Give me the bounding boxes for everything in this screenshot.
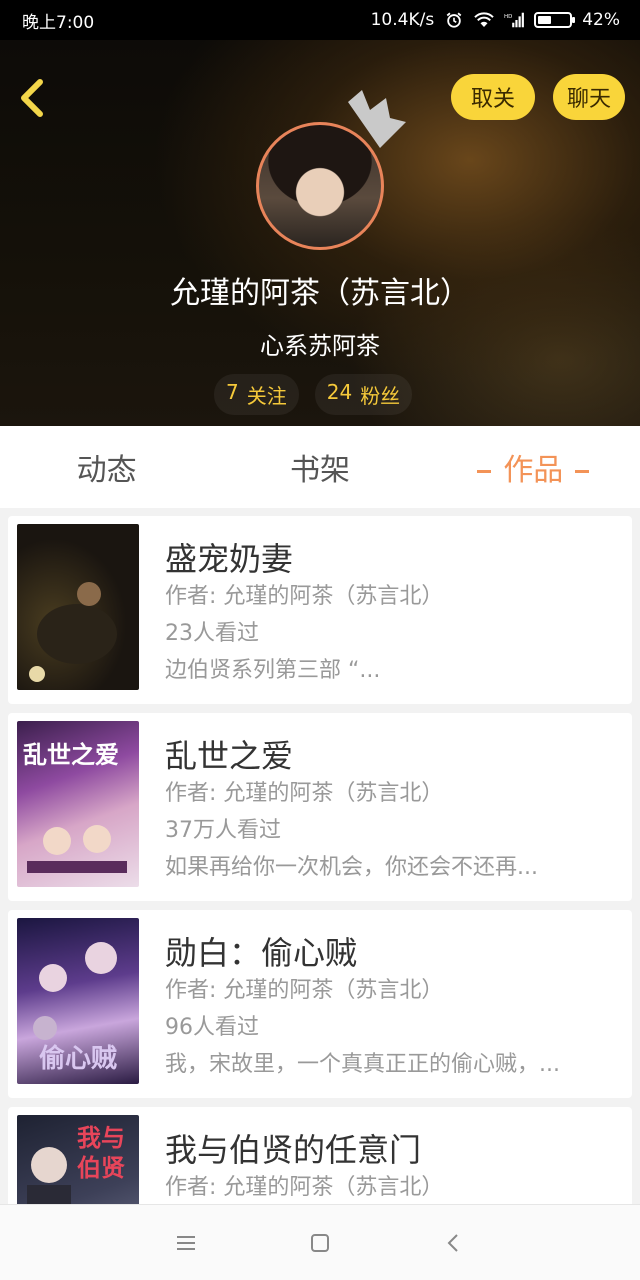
book-views: 23人看过 (165, 621, 259, 646)
chevron-left-icon (21, 79, 43, 117)
list-item[interactable]: 我与伯贤 我与伯贤的任意门 作者: 允瑾的阿茶（苏言北） (8, 1107, 632, 1204)
fans-label: 粉丝 (360, 383, 401, 408)
works-list[interactable]: 盛宠奶妻 作者: 允瑾的阿茶（苏言北） 23人看过 边伯贤系列第三部 “... … (0, 508, 640, 1204)
tab-dash-left (477, 470, 492, 473)
book-info: 勋白：偷心贼 作者: 允瑾的阿茶（苏言北） 96人看过 我，宋故里，一个真真正正… (165, 918, 622, 1090)
tab-label: 作品 (503, 453, 564, 488)
list-item[interactable]: 偷心贼 勋白：偷心贼 作者: 允瑾的阿茶（苏言北） 96人看过 我，宋故里，一个… (8, 910, 632, 1098)
profile-tabs: 动态 书架 作品 (0, 426, 640, 508)
book-info: 乱世之爱 作者: 允瑾的阿茶（苏言北） 37万人看过 如果再给你一次机会，你还会… (165, 721, 622, 893)
following-stat[interactable]: 7 关注 (214, 373, 299, 415)
cover-art (29, 582, 117, 682)
chat-button[interactable]: 聊天 (553, 74, 625, 120)
book-author: 作者: 允瑾的阿茶（苏言北） (165, 584, 444, 609)
book-info: 我与伯贤的任意门 作者: 允瑾的阿茶（苏言北） (165, 1115, 622, 1204)
book-description: 我，宋故里，一个真真正正的偷心贼，... (165, 1052, 560, 1077)
book-title: 勋白：偷心贼 (165, 934, 358, 972)
svg-text:HD: HD (504, 14, 512, 20)
status-bar: 晚上7:00 10.4K/s HD 42% (0, 0, 640, 40)
book-cover: 偷心贼 (17, 918, 139, 1084)
alarm-icon (446, 12, 462, 28)
following-label: 关注 (246, 383, 287, 408)
cover-title: 偷心贼 (39, 1044, 118, 1074)
cover-title: 我与伯贤 (77, 1123, 125, 1182)
unfollow-button[interactable]: 取关 (451, 74, 535, 120)
back-button[interactable] (14, 76, 54, 120)
menu-icon[interactable] (174, 1231, 198, 1255)
battery-icon (534, 12, 576, 28)
fans-count: 24 (326, 379, 353, 404)
home-icon[interactable] (308, 1231, 332, 1255)
fans-stat[interactable]: 24 粉丝 (314, 373, 413, 415)
book-title: 盛宠奶妻 (165, 540, 294, 578)
book-author: 作者: 允瑾的阿茶（苏言北） (165, 1175, 444, 1200)
book-author: 作者: 允瑾的阿茶（苏言北） (165, 781, 444, 806)
cover-art (27, 825, 127, 873)
list-item[interactable]: 盛宠奶妻 作者: 允瑾的阿茶（苏言北） 23人看过 边伯贤系列第三部 “... (8, 516, 632, 704)
book-cover: 乱世之爱 (17, 721, 139, 887)
book-title: 我与伯贤的任意门 (165, 1131, 422, 1169)
book-author: 作者: 允瑾的阿茶（苏言北） (165, 978, 444, 1003)
status-icons: 10.4K/s HD 42% (371, 10, 620, 30)
book-views: 96人看过 (165, 1015, 259, 1040)
tab-activity[interactable]: 动态 (0, 445, 213, 489)
following-count: 7 (226, 379, 239, 404)
book-title: 乱世之爱 (165, 737, 294, 775)
avatar[interactable] (256, 122, 386, 252)
tab-dash-right (575, 470, 590, 473)
book-cover (17, 524, 139, 690)
status-time: 晚上7:00 (22, 12, 95, 33)
profile-name: 允瑾的阿茶（苏言北） (170, 276, 470, 311)
back-nav-icon[interactable] (442, 1231, 466, 1255)
battery-level (538, 16, 551, 24)
profile-stats: 7 关注 24 粉丝 (214, 373, 413, 415)
signal-icon: HD (504, 12, 525, 28)
tab-bookshelf[interactable]: 书架 (213, 445, 426, 489)
book-description: 边伯贤系列第三部 “... (165, 658, 381, 683)
net-speed: 10.4K/s (370, 10, 435, 30)
book-info: 盛宠奶妻 作者: 允瑾的阿茶（苏言北） 23人看过 边伯贤系列第三部 “... (165, 524, 622, 696)
list-item[interactable]: 乱世之爱 乱世之爱 作者: 允瑾的阿茶（苏言北） 37万人看过 如果再给你一次机… (8, 713, 632, 901)
avatar-image (256, 122, 384, 250)
battery-percent: 42% (582, 10, 620, 30)
book-description: 如果再给你一次机会，你还会不还再... (165, 855, 538, 880)
wifi-icon (474, 12, 494, 27)
system-nav-bar (0, 1204, 640, 1280)
tab-works[interactable]: 作品 (427, 445, 640, 489)
book-views: 37万人看过 (165, 818, 281, 843)
profile-header: 取关 聊天 允瑾的阿茶（苏言北） 心系苏阿茶 7 关注 24 粉丝 (0, 40, 640, 426)
tab-label: 动态 (76, 453, 137, 488)
tab-label: 书架 (289, 453, 350, 488)
book-cover: 我与伯贤 (17, 1115, 139, 1204)
profile-signature: 心系苏阿茶 (260, 332, 380, 360)
